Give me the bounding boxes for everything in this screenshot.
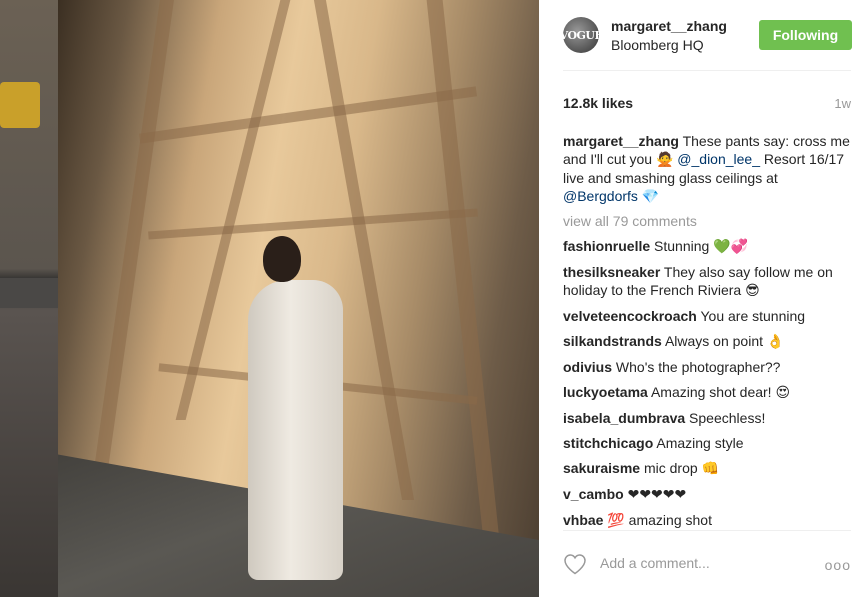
photo-beam — [148, 208, 478, 240]
caption-username[interactable]: margaret__zhang — [563, 133, 679, 149]
photo-beam — [138, 86, 478, 144]
comment-text: You are stunning — [696, 308, 806, 324]
avatar[interactable]: VOGUE — [560, 17, 603, 53]
post-caption: margaret__zhang These pants say: cross m… — [563, 132, 855, 206]
comments-section: margaret__zhang These pants say: cross m… — [563, 132, 855, 537]
comment-emoji-icon: 👊 — [701, 461, 719, 477]
caption-mention[interactable]: @Bergdorfs — [563, 188, 638, 204]
comment-username[interactable]: thesilksneaker — [563, 264, 660, 280]
comment-username[interactable]: velveteencockroach — [563, 308, 697, 324]
comment-emoji-icon: 😎 — [745, 283, 760, 299]
comment-text: Amazing shot dear! — [647, 384, 776, 400]
comment-username[interactable]: vhbae — [563, 512, 603, 528]
diamond-emoji-icon: 💎 — [641, 189, 660, 205]
comment-item: isabela_dumbrava Speechless! — [563, 409, 855, 427]
post-header: VOGUE margaret__zhang Bloomberg HQ Follo… — [560, 0, 852, 71]
comment-text: amazing shot — [624, 512, 712, 528]
comment-text: Who's the photographer?? — [612, 359, 781, 375]
caption-emoji-icon: 🙅 — [655, 152, 674, 168]
post-photo[interactable] — [58, 0, 539, 597]
background-taxi — [0, 82, 40, 128]
comment-text: Always on point — [661, 333, 767, 349]
comment-text: mic drop — [640, 460, 702, 476]
likes-count[interactable]: 12.8k likes — [563, 95, 633, 111]
comment-emoji-icon: 😍 — [775, 385, 791, 401]
comment-username[interactable]: odivius — [563, 359, 612, 375]
comment-item: odivius Who's the photographer?? — [563, 358, 855, 376]
comment-item: fashionruelle Stunning 💚💞 — [563, 237, 855, 256]
comment-item: sakuraisme mic drop 👊 — [563, 459, 855, 478]
more-options-icon[interactable]: ooo — [825, 557, 851, 573]
comment-item: luckyoetama Amazing shot dear! 😍 — [563, 383, 855, 402]
comment-item: velveteencockroach You are stunning — [563, 307, 855, 325]
photo-figure-head — [263, 236, 301, 282]
background-image — [0, 0, 58, 597]
photo-figure — [248, 280, 343, 580]
hearts-emoji-icon: ❤❤❤❤❤ — [627, 487, 687, 503]
hundred-emoji-icon: 💯 — [607, 513, 625, 529]
post-footer: ooo — [563, 530, 851, 598]
comment-username[interactable]: luckyoetama — [563, 384, 648, 400]
comment-username[interactable]: silkandstrands — [563, 333, 662, 349]
comment-item: thesilksneaker They also say follow me o… — [563, 263, 855, 300]
comment-username[interactable]: isabela_dumbrava — [563, 410, 685, 426]
comment-text: Stunning — [650, 238, 714, 254]
likes-row: 12.8k likes 1w — [563, 95, 851, 115]
comment-username[interactable]: fashionruelle — [563, 238, 650, 254]
caption-mention[interactable]: @_dion_lee_ — [677, 151, 760, 167]
background-strip — [0, 278, 58, 308]
comment-username[interactable]: v_cambo — [563, 486, 624, 502]
comment-item: vhbae 💯 amazing shot — [563, 511, 855, 530]
comment-emoji-icon: 💚💞 — [713, 239, 749, 255]
post-username[interactable]: margaret__zhang — [611, 18, 727, 34]
comment-item: v_cambo ❤❤❤❤❤ — [563, 485, 855, 504]
comment-username[interactable]: stitchchicago — [563, 435, 653, 451]
comment-item: stitchchicago Amazing style — [563, 434, 855, 452]
post-time[interactable]: 1w — [834, 96, 851, 111]
comment-emoji-icon: 👌 — [766, 334, 785, 350]
post-panel: VOGUE margaret__zhang Bloomberg HQ Follo… — [539, 0, 858, 597]
heart-icon[interactable] — [563, 553, 587, 575]
comment-username[interactable]: sakuraisme — [563, 460, 640, 476]
view-all-comments-link[interactable]: view all 79 comments — [563, 212, 855, 230]
following-button[interactable]: Following — [759, 20, 852, 50]
post-location[interactable]: Bloomberg HQ — [611, 37, 704, 53]
comment-text: Amazing style — [653, 435, 744, 451]
comment-text: Speechless! — [685, 410, 766, 426]
comment-item: silkandstrands Always on point 👌 — [563, 332, 855, 351]
add-comment-input[interactable] — [598, 554, 817, 572]
